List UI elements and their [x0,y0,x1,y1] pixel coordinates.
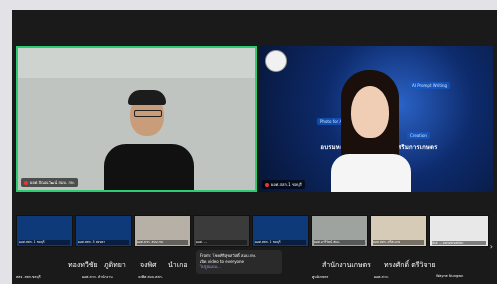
bottom-name: นำเกอ [168,261,188,269]
video-tile-speaker[interactable]: ผอศ.ปัณณวัฒน์ สมบ. กษ. [16,46,257,192]
logo-seal [265,50,287,72]
person-hair [128,90,166,105]
thumb-label: ผอศ.สสก. 1 ชลบุรี [19,240,70,245]
bottom-label: จงพิศ สมบ.สสก. [138,275,163,279]
video-tile-presenter[interactable]: AI Prompt Writing Photo for AI Creation … [259,46,493,192]
participant-thumb[interactable]: ผอศ.อารีรัตน์ สมบ. [311,215,368,247]
person-shirt [104,144,194,190]
presenter-name-tag: ผอศ.สสก.1 ชลบุรี [262,180,305,189]
bottom-label: ศูนย์เกษตร [312,275,329,279]
participant-thumb[interactable]: ผอศ.สสก. 1 ชลบุรี [16,215,73,247]
bottom-name: ภูดิทยา [104,261,126,269]
next-page-arrow-icon[interactable]: › [490,242,493,251]
bottom-label: ผอศ.สวก. สำนักงาน [82,275,113,279]
bottom-name: สำนักงานเกษตร [322,261,371,269]
bottom-label: สสจ. สสก.ชลบุรี [16,275,41,279]
participant-thumb[interactable]: ผอศ. ... [193,215,250,247]
presenter-face [351,86,389,138]
bottom-name: ทองทวีชัย [68,261,98,269]
chat-preview: ไปรูปแบบ... [200,264,221,269]
presenter-shirt [331,154,411,192]
banner-tag-prompt: AI Prompt Writing [409,82,451,89]
speaker-name: ผอศ.ปัณณวัฒน์ สมบ. กษ. [30,180,75,185]
banner-tag-creation: Creation [407,132,430,139]
mic-off-icon [265,182,269,187]
meeting-window: ผอศ.ปัณณวัฒน์ สมบ. กษ. AI Prompt Writing… [12,10,497,284]
thumb-label: ผอศ.สวก. สมบ.กษ. [137,240,188,245]
thumb-label: ผอศ.อารีรัตน์ สมบ. [314,240,365,245]
thumb-label: ผอศ.สสก. 5 สงขลา [78,240,129,245]
bottom-label: Wayne Nungwn [436,274,464,278]
presenter-name: ผอศ.สสก.1 ชลบุรี [271,182,302,187]
participant-thumb[interactable]: Ask ... conversation [429,215,489,247]
mic-off-icon [24,180,28,185]
speaker-name-tag: ผอศ.ปัณณวัฒน์ สมบ. กษ. [21,178,78,187]
bottom-name: ทรงศักดิ์ ตรีวิจาย [384,261,436,269]
thumb-label: ผอศ.สสก. ศรีสะเกษ [373,240,424,245]
bottom-name: จงพิศ [140,261,157,269]
thumb-label: ผอศ. ... [196,240,247,245]
participant-thumb[interactable]: ผอศ.สสก. ศรีสะเกษ [370,215,427,247]
chat-notification[interactable]: From: โชคศิริสุขสวัสดิ์ สมบ.กษ. เปิด vid… [196,250,282,274]
thumb-label: Ask ... conversation [432,241,486,245]
bottom-label: ผอศ.สวก. [374,275,389,279]
participant-thumb[interactable]: ผอศ.สวก. สมบ.กษ. [134,215,191,247]
person-glasses [134,110,162,117]
participant-thumb[interactable]: ผอศ.สสก. 5 สงขลา [75,215,132,247]
background-shelf [18,48,255,78]
thumb-label: ผอศ.สสก. 1 ชลบุรี [255,240,306,245]
participant-thumb[interactable]: ผอศ.สสก. 1 ชลบุรี [252,215,309,247]
